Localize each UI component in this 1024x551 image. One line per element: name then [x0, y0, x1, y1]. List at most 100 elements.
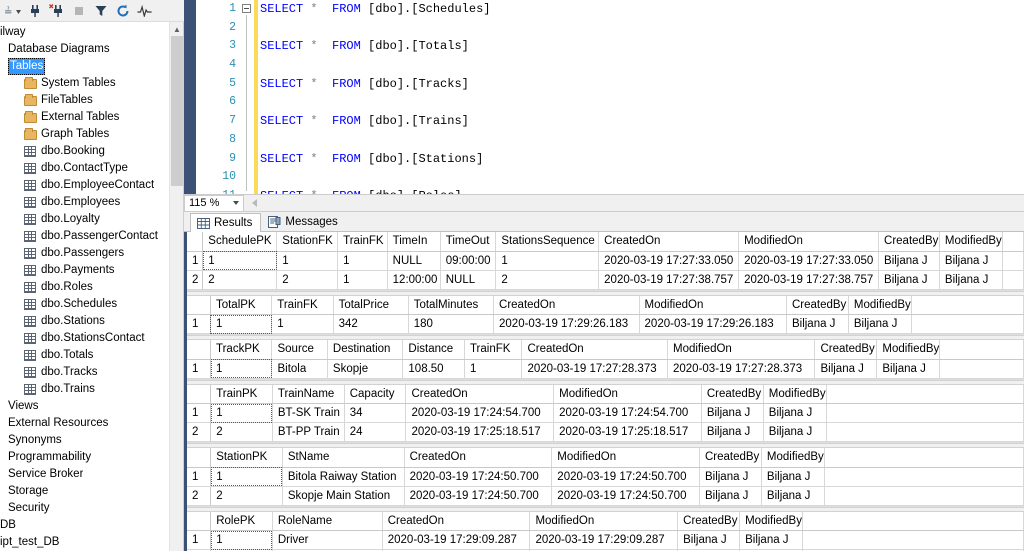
code-line[interactable]: SELECT * FROM [dbo].[Tracks] — [260, 75, 1024, 94]
tree-node-dbo-contacttype[interactable]: dbo.ContactType — [0, 160, 170, 177]
code-line[interactable]: SELECT * FROM [dbo].[Stations] — [260, 150, 1024, 169]
grid-cell[interactable] — [824, 467, 1023, 486]
grid-cell[interactable]: Biljana J — [939, 270, 1002, 289]
sql-code-text[interactable]: SELECT * FROM [dbo].[Schedules] SELECT *… — [260, 0, 1024, 194]
column-header[interactable]: StationsSequence — [496, 232, 599, 251]
results-grids-container[interactable]: SchedulePKStationFKTrainFKTimeInTimeOutS… — [184, 232, 1024, 551]
code-line[interactable] — [260, 93, 1024, 112]
tree-node-dbo-booking[interactable]: dbo.Booking — [0, 143, 170, 160]
grid-cell[interactable]: 2020-03-19 17:29:26.183 — [639, 315, 786, 334]
tree-node-storage[interactable]: Storage — [0, 483, 170, 500]
trains-grid-table[interactable]: TrainPKTrainNameCapacityCreatedOnModifie… — [187, 385, 1024, 443]
grid-cell[interactable]: 108.50 — [403, 359, 465, 378]
column-header[interactable]: CreatedBy — [879, 232, 940, 251]
grid-cell[interactable]: Biljana J — [939, 251, 1002, 270]
grid-cell[interactable]: 2020-03-19 17:27:33.050 — [599, 251, 739, 270]
roles-grid-table[interactable]: RolePKRoleNameCreatedOnModifiedOnCreated… — [187, 512, 1024, 551]
column-header[interactable]: CreatedBy — [701, 385, 763, 404]
grid-cell[interactable]: Skopje — [327, 359, 402, 378]
grid-cell[interactable]: 2020-03-19 17:25:18.517 — [554, 423, 702, 442]
row-number-cell[interactable]: 2 — [187, 423, 211, 442]
grid-corner-header[interactable] — [187, 385, 211, 404]
column-header[interactable]: Destination — [327, 340, 402, 359]
column-header[interactable]: TotalPK — [210, 296, 271, 315]
tree-node-dbo-trains[interactable]: dbo.Trains — [0, 381, 170, 398]
tree-node-security[interactable]: Security — [0, 500, 170, 517]
column-header[interactable]: StationPK — [211, 448, 283, 467]
tab-messages[interactable]: Messages — [261, 212, 346, 231]
grid-cell[interactable]: 2 — [211, 423, 273, 442]
tree-node-system-tables[interactable]: System Tables — [0, 75, 170, 92]
table-row[interactable]: 1111NULL09:00:0012020-03-19 17:27:33.050… — [187, 251, 1024, 270]
column-header[interactable]: TotalMinutes — [408, 296, 493, 315]
column-header[interactable] — [826, 385, 1023, 404]
column-header[interactable]: CreatedOn — [494, 296, 640, 315]
row-number-cell[interactable]: 2 — [187, 486, 211, 505]
column-header[interactable]: Distance — [403, 340, 465, 359]
tree-node-external-tables[interactable]: External Tables — [0, 109, 170, 126]
grid-cell[interactable]: Biljana J — [699, 486, 761, 505]
zoom-level-combobox[interactable]: 115 % — [184, 195, 244, 212]
filter-icon[interactable] — [90, 1, 112, 21]
column-header[interactable]: ModifiedBy — [740, 512, 803, 531]
column-header[interactable]: ModifiedBy — [939, 232, 1002, 251]
table-row[interactable]: 222112:00:00NULL22020-03-19 17:27:38.757… — [187, 270, 1024, 289]
grid-corner-header[interactable] — [187, 340, 211, 359]
grid-cell[interactable]: 1 — [211, 359, 272, 378]
code-line[interactable] — [260, 131, 1024, 150]
tree-node-database-diagrams[interactable]: Database Diagrams — [0, 41, 170, 58]
refresh-icon[interactable] — [112, 1, 134, 21]
row-number-cell[interactable]: 1 — [187, 467, 211, 486]
tree-node-dbo-passengers[interactable]: dbo.Passengers — [0, 245, 170, 262]
column-header[interactable]: TimeIn — [387, 232, 440, 251]
grid-cell[interactable] — [824, 486, 1023, 505]
grid-cell[interactable]: 24 — [344, 423, 406, 442]
row-number-cell[interactable]: 1 — [187, 404, 211, 423]
grid-cell[interactable]: 1 — [210, 315, 271, 334]
tree-node-dbo-tracks[interactable]: dbo.Tracks — [0, 364, 170, 381]
grid-cell[interactable]: Biljana J — [763, 423, 826, 442]
code-line[interactable]: SELECT * FROM [dbo].[Trains] — [260, 112, 1024, 131]
code-line[interactable]: SELECT * FROM [dbo].[Schedules] — [260, 0, 1024, 19]
grid-cell[interactable]: 1 — [211, 531, 273, 550]
grid-cell[interactable]: Skopje Main Station — [282, 486, 404, 505]
tree-node-dbo-passengercontact[interactable]: dbo.PassengerContact — [0, 228, 170, 245]
grid-cell[interactable]: Biljana J — [761, 486, 824, 505]
code-line[interactable] — [260, 56, 1024, 75]
column-header[interactable] — [824, 448, 1023, 467]
column-header[interactable]: ModifiedOn — [552, 448, 700, 467]
tree-node-ipt-test-db[interactable]: ipt_test_DB — [0, 534, 170, 551]
roles-grid[interactable]: RolePKRoleNameCreatedOnModifiedOnCreated… — [187, 512, 1024, 551]
column-header[interactable]: StationFK — [277, 232, 338, 251]
grid-cell[interactable]: NULL — [387, 251, 440, 270]
column-header[interactable] — [911, 296, 1023, 315]
grid-cell[interactable]: 1 — [272, 315, 333, 334]
column-header[interactable]: CreatedOn — [406, 385, 554, 404]
object-explorer-scrollbar[interactable]: ▲ — [169, 22, 183, 551]
tree-node-synonyms[interactable]: Synonyms — [0, 432, 170, 449]
grid-cell[interactable]: 2 — [277, 270, 338, 289]
grid-cell[interactable]: 2 — [496, 270, 599, 289]
grid-cell[interactable]: 2020-03-19 17:24:54.700 — [406, 404, 554, 423]
grid-cell[interactable]: 1 — [464, 359, 522, 378]
grid-cell[interactable]: 2020-03-19 17:24:50.700 — [404, 467, 552, 486]
grid-cell[interactable]: Biljana J — [678, 531, 740, 550]
column-header[interactable]: TrainPK — [211, 385, 273, 404]
tree-node-dbo-employees[interactable]: dbo.Employees — [0, 194, 170, 211]
scroll-up-icon[interactable]: ▲ — [170, 22, 184, 36]
grid-cell[interactable]: Biljana J — [848, 315, 911, 334]
column-header[interactable] — [802, 512, 1023, 531]
grid-cell[interactable]: 2020-03-19 17:27:28.373 — [668, 359, 815, 378]
column-header[interactable]: TrackPK — [211, 340, 272, 359]
grid-cell[interactable]: 1 — [211, 467, 283, 486]
grid-cell[interactable]: 2020-03-19 17:24:50.700 — [552, 467, 700, 486]
column-header[interactable]: CreatedBy — [699, 448, 761, 467]
tree-node-dbo-employeecontact[interactable]: dbo.EmployeeContact — [0, 177, 170, 194]
tree-node-ilway[interactable]: ilway — [0, 24, 170, 41]
grid-cell[interactable]: 2020-03-19 17:29:26.183 — [494, 315, 640, 334]
column-header[interactable]: Capacity — [344, 385, 406, 404]
table-row[interactable]: 11Bitola Raiway Station2020-03-19 17:24:… — [187, 467, 1024, 486]
grid-cell[interactable]: 180 — [408, 315, 493, 334]
tracks-grid[interactable]: TrackPKSourceDestinationDistanceTrainFKC… — [187, 340, 1024, 380]
tab-results[interactable]: Results — [190, 213, 261, 232]
